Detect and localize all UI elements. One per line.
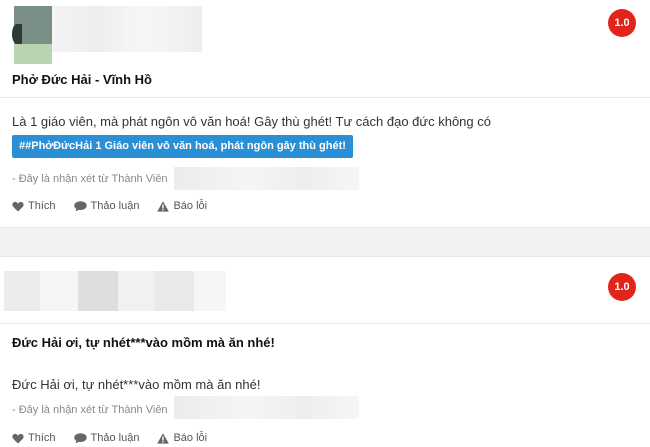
like-label: Thích	[28, 432, 56, 444]
heart-icon	[12, 201, 24, 212]
review-source: - Đây là nhận xét từ Thành Viên	[12, 404, 168, 416]
avatar	[12, 6, 52, 64]
member-name-blurred	[174, 167, 359, 190]
discuss-label: Thảo luận	[90, 432, 140, 444]
discuss-button[interactable]: Thảo luận	[73, 200, 140, 212]
report-button[interactable]: Báo lỗi	[157, 432, 207, 444]
username-blurred	[52, 6, 202, 52]
chat-bubble-icon	[73, 432, 87, 444]
divider	[0, 97, 650, 98]
like-label: Thích	[28, 200, 56, 212]
review-source: - Đây là nhận xét từ Thành Viên	[12, 173, 168, 185]
review-body: Là 1 giáo viên, mà phát ngôn vô văn hoá!…	[12, 114, 491, 129]
avatar	[4, 271, 226, 311]
report-label: Báo lỗi	[173, 432, 208, 444]
review-actions: Thích Thảo luận Báo lỗi	[12, 432, 207, 444]
review-title: Đức Hải ơi, tự nhét***vào mồm mà ăn nhé!	[12, 335, 275, 350]
heart-icon	[12, 433, 24, 444]
divider	[0, 323, 650, 324]
chat-bubble-icon	[73, 200, 87, 212]
score-badge: 1.0	[608, 9, 636, 37]
review-actions: Thích Thảo luận Báo lỗi	[12, 200, 207, 212]
card-separator	[0, 227, 650, 257]
report-button[interactable]: Báo lỗi	[157, 200, 207, 212]
warning-icon	[157, 200, 170, 212]
discuss-label: Thảo luận	[90, 200, 140, 212]
member-name-blurred	[174, 396, 359, 419]
review-card: 1.0 Đức Hải ơi, tự nhét***vào mồm mà ăn …	[0, 257, 650, 447]
review-title: Phở Đức Hải - Vĩnh Hồ	[12, 72, 152, 87]
like-button[interactable]: Thích	[12, 432, 56, 444]
review-card: 1.0 Phở Đức Hải - Vĩnh Hồ Là 1 giáo viên…	[0, 0, 650, 227]
like-button[interactable]: Thích	[12, 200, 56, 212]
score-badge: 1.0	[608, 273, 636, 301]
report-label: Báo lỗi	[173, 200, 208, 212]
hashtag-link[interactable]: ##PhởĐứcHải 1 Giáo viên vô văn hoá, phát…	[12, 135, 353, 158]
warning-icon	[157, 432, 170, 444]
review-body: Đức Hải ơi, tự nhét***vào mồm mà ăn nhé!	[12, 377, 261, 392]
discuss-button[interactable]: Thảo luận	[73, 432, 140, 444]
